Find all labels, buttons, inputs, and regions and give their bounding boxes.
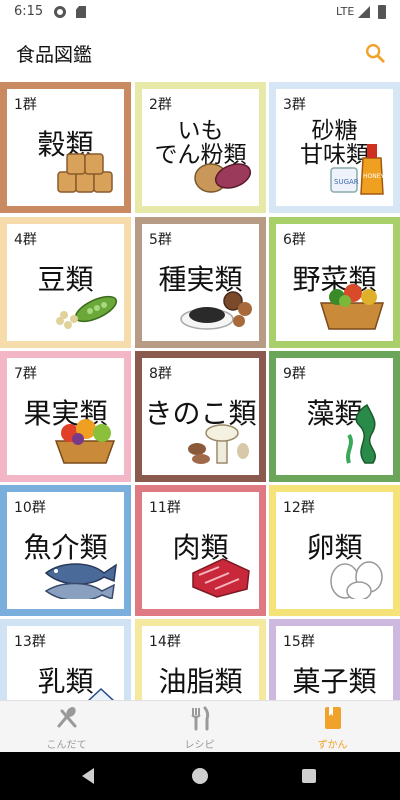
group-number: 6群: [283, 232, 306, 248]
group-number: 4群: [14, 232, 37, 248]
group-number: 11群: [149, 500, 181, 516]
book-icon: [325, 707, 341, 729]
status-time: 6:15: [14, 4, 44, 19]
sdcard-icon: [76, 6, 86, 18]
food-group-grid: 1群 穀類 2群 いも でん粉類 3群 砂糖 甘味類 SUGAR HONEY 4群 豆類 5群 種実類…: [0, 82, 400, 700]
tile-frame: 5群 種実類: [139, 221, 262, 344]
tile-frame: 8群 きのこ類: [139, 355, 262, 478]
nav-item-zukan[interactable]: ずかん: [266, 701, 399, 753]
food-group-tile[interactable]: 2群 いも でん粉類: [135, 82, 266, 213]
food-illustration-icon: [317, 281, 387, 335]
battery-icon: [378, 5, 386, 19]
system-navigation-bar: [0, 752, 400, 800]
fork-knife-icon: [191, 706, 210, 731]
group-number: 12群: [283, 500, 315, 516]
group-name: 菓子類: [292, 665, 377, 698]
app-bar: 食品図鑑: [0, 24, 400, 82]
food-group-tile[interactable]: 13群 乳類: [0, 619, 131, 700]
page-title: 食品図鑑: [16, 44, 93, 66]
tile-frame: 2群 いも でん粉類: [139, 86, 262, 209]
tile-frame: 9群 藻類: [273, 355, 396, 478]
food-group-tile[interactable]: 11群 肉類: [135, 485, 266, 616]
food-illustration-icon: [343, 403, 387, 469]
food-group-tile[interactable]: 5群 種実類: [135, 217, 266, 348]
status-bar: 6:15 LTE: [0, 0, 400, 24]
food-illustration-icon: [179, 287, 253, 335]
nav-item-kondate[interactable]: こんだて: [0, 701, 133, 753]
tile-frame: 15群菓子類: [273, 623, 396, 700]
food-group-tile[interactable]: 12群 卵類: [269, 485, 400, 616]
food-group-tile[interactable]: 8群 きのこ類: [135, 351, 266, 482]
food-illustration-icon: [52, 291, 118, 335]
nav-label-kondate: こんだて: [46, 740, 87, 751]
home-icon[interactable]: [192, 768, 208, 784]
group-number: 3群: [283, 97, 306, 113]
food-illustration-icon: [52, 415, 118, 469]
nav-label-zukan: ずかん: [317, 740, 348, 751]
food-group-tile[interactable]: 15群菓子類: [269, 619, 400, 700]
tile-frame: 7群 果実類: [4, 355, 127, 478]
recent-apps-icon[interactable]: [302, 769, 316, 783]
food-group-tile[interactable]: 6群 野菜類: [269, 217, 400, 348]
tile-frame: 14群油脂類: [139, 623, 262, 700]
group-number: 13群: [14, 634, 46, 650]
food-illustration-icon: [327, 559, 387, 603]
food-group-tile[interactable]: 14群油脂類: [135, 619, 266, 700]
svg-text:HONEY: HONEY: [363, 173, 385, 180]
food-group-tile[interactable]: 7群 果実類: [0, 351, 131, 482]
tile-frame: 13群 乳類: [4, 623, 127, 700]
group-number: 10群: [14, 500, 46, 516]
food-group-tile[interactable]: 3群 砂糖 甘味類 SUGAR HONEY: [269, 82, 400, 213]
food-illustration-icon: [187, 421, 253, 469]
group-number: 15群: [283, 634, 315, 650]
group-number: 1群: [14, 97, 37, 113]
tile-frame: 1群 穀類: [4, 86, 127, 209]
food-illustration-icon: [84, 687, 118, 700]
tile-frame: 3群 砂糖 甘味類 SUGAR HONEY: [273, 86, 396, 209]
tile-frame: 12群 卵類: [273, 489, 396, 612]
food-group-tile[interactable]: 4群 豆類: [0, 217, 131, 348]
settings-icon: [54, 6, 66, 18]
search-icon[interactable]: [364, 42, 386, 64]
nav-item-recipe[interactable]: レシピ: [133, 701, 266, 753]
food-group-tile[interactable]: 9群 藻類: [269, 351, 400, 482]
tile-frame: 4群 豆類: [4, 221, 127, 344]
signal-icon: [358, 6, 370, 18]
food-group-tile[interactable]: 10群 魚介類: [0, 485, 131, 616]
food-group-tile[interactable]: 1群 穀類: [0, 82, 131, 213]
group-name: 油脂類: [158, 665, 243, 698]
spoon-knife-icon: [57, 707, 77, 728]
tile-frame: 11群 肉類: [139, 489, 262, 612]
group-number: 2群: [149, 97, 172, 113]
food-illustration-icon: SUGAR HONEY: [329, 138, 387, 200]
tile-frame: 6群 野菜類: [273, 221, 396, 344]
group-number: 8群: [149, 366, 172, 382]
group-number: 14群: [149, 634, 181, 650]
group-number: 7群: [14, 366, 37, 382]
bottom-navigation: こんだて レシピ ずかん: [0, 700, 400, 752]
food-illustration-icon: [54, 152, 118, 200]
back-icon[interactable]: [82, 768, 94, 784]
group-number: 5群: [149, 232, 172, 248]
food-illustration-icon: [42, 559, 118, 603]
svg-text:SUGAR: SUGAR: [334, 178, 359, 186]
nav-label-recipe: レシピ: [184, 740, 215, 751]
food-illustration-icon: [189, 555, 253, 603]
network-type: LTE: [336, 5, 355, 18]
tile-frame: 10群 魚介類: [4, 489, 127, 612]
group-number: 9群: [283, 366, 306, 382]
food-illustration-icon: [189, 156, 253, 200]
